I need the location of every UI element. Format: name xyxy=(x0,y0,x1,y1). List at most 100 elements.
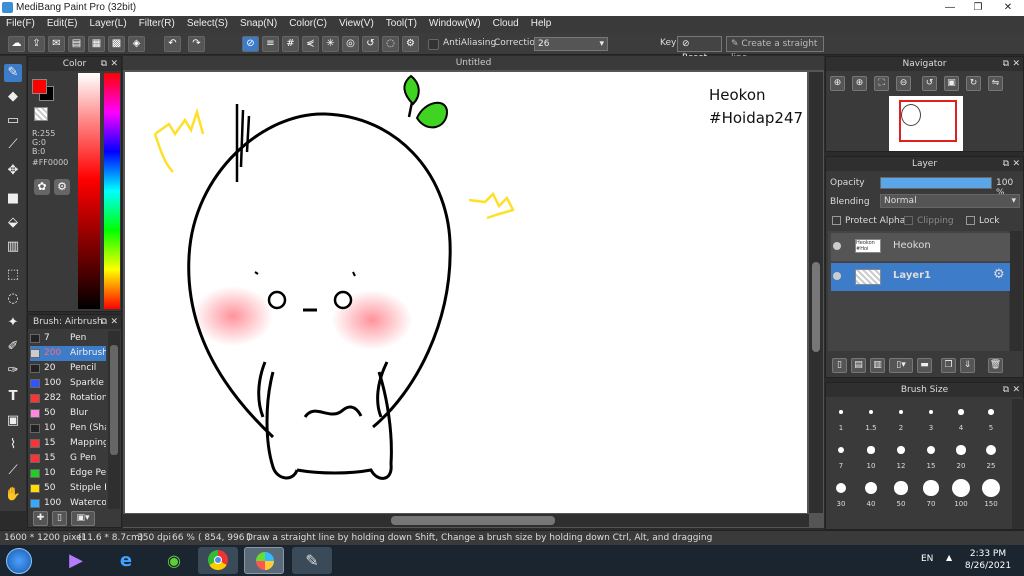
shapes-icon[interactable]: ◈ xyxy=(128,36,145,52)
saturation-strip[interactable] xyxy=(78,73,100,309)
move-tool-icon[interactable]: ✥ xyxy=(4,162,22,180)
scrollbar-thumb[interactable] xyxy=(110,345,118,455)
scrollbar-thumb[interactable] xyxy=(812,262,820,352)
close-button[interactable]: ✕ xyxy=(994,0,1022,16)
brush-list-scrollbar[interactable] xyxy=(108,331,120,509)
hue-strip[interactable] xyxy=(104,73,120,309)
blending-select[interactable]: Normal ▾ xyxy=(880,194,1020,208)
brush-item[interactable]: 50 Blur xyxy=(30,406,106,421)
snap-off-icon[interactable]: ⊘ xyxy=(242,36,259,52)
new-halftone-layer-icon[interactable]: ▤ xyxy=(851,358,866,373)
page-icon[interactable]: ▤ xyxy=(68,36,85,52)
circle-snap-icon[interactable]: ◎ xyxy=(342,36,359,52)
close-icon[interactable]: ✕ xyxy=(110,57,118,71)
parallel-snap-icon[interactable]: ≡ xyxy=(262,36,279,52)
material-icon[interactable]: ▦ xyxy=(88,36,105,52)
fill-rect-tool-icon[interactable]: ■ xyxy=(4,190,22,208)
redo-icon[interactable]: ↷ xyxy=(188,36,205,52)
brush-size-scrollbar[interactable] xyxy=(1012,399,1024,529)
rotate-reset-icon[interactable]: ▣ xyxy=(944,76,959,91)
menu-tool[interactable]: Tool(T) xyxy=(380,16,423,29)
layer-list-scrollbar[interactable] xyxy=(1010,231,1022,351)
new-brush-icon[interactable]: ▯ xyxy=(52,511,67,526)
gear-icon[interactable]: ⚙ xyxy=(993,267,1005,282)
popout-icon[interactable]: ⧉ xyxy=(1003,57,1009,71)
vanishing-point-icon[interactable]: ⋞ xyxy=(302,36,319,52)
brush-item[interactable]: 282 Rotation xyxy=(30,391,106,406)
brush-size-option[interactable]: 15 xyxy=(916,437,946,475)
eyedropper-tool-icon[interactable]: ⌇ xyxy=(4,436,22,454)
brush-item[interactable]: 15 G Pen xyxy=(30,451,106,466)
zoom-in-icon[interactable]: ⊕ xyxy=(830,76,845,91)
minimize-button[interactable]: — xyxy=(936,0,964,16)
lock-checkbox[interactable] xyxy=(966,216,975,225)
start-button[interactable] xyxy=(6,548,32,574)
comment-icon[interactable]: ✉ xyxy=(48,36,65,52)
menu-file[interactable]: File(F) xyxy=(0,16,41,29)
popout-icon[interactable]: ⧉ xyxy=(101,57,107,71)
menu-filter[interactable]: Filter(R) xyxy=(133,16,181,29)
text-tool-icon[interactable]: T xyxy=(4,388,22,406)
menu-help[interactable]: Help xyxy=(525,16,558,29)
brush-size-option[interactable]: 20 xyxy=(946,437,976,475)
menu-select[interactable]: Select(S) xyxy=(181,16,234,29)
select-pen-tool-icon[interactable]: ✐ xyxy=(4,338,22,356)
coccoc-icon[interactable]: ◉ xyxy=(154,547,194,574)
brush-item[interactable]: 200 Airbrush xyxy=(30,346,106,361)
language-indicator[interactable]: EN xyxy=(921,554,933,564)
layer-row[interactable]: Heokon #Hoi Heokon xyxy=(831,233,1010,261)
paint-icon[interactable]: ✎ xyxy=(292,547,332,574)
grid-icon[interactable]: ▩ xyxy=(108,36,125,52)
tray-icon[interactable]: ▲ xyxy=(946,553,952,562)
brush-size-option[interactable]: 150 xyxy=(976,475,1006,513)
visual-studio-icon[interactable]: ▶ xyxy=(56,547,96,574)
clock[interactable]: 2:33 PM 8/26/2021 xyxy=(960,548,1016,572)
select-eraser-tool-icon[interactable]: ✑ xyxy=(4,362,22,380)
brush-size-option[interactable]: 2 xyxy=(886,399,916,437)
brush-size-option[interactable]: 25 xyxy=(976,437,1006,475)
brush-item[interactable]: 10 Pen (Sha xyxy=(30,421,106,436)
antialiasing-checkbox[interactable] xyxy=(428,39,439,50)
brush-size-option[interactable]: 40 xyxy=(856,475,886,513)
eye-icon[interactable] xyxy=(833,242,841,250)
clipping-checkbox[interactable] xyxy=(904,216,913,225)
zoom-out-icon[interactable]: ⊖ xyxy=(896,76,911,91)
rotate-left-icon[interactable]: ↺ xyxy=(922,76,937,91)
protect-alpha-checkbox[interactable] xyxy=(832,216,841,225)
brush-size-option[interactable]: 3 xyxy=(916,399,946,437)
document-tab[interactable]: Untitled xyxy=(123,56,824,70)
pen-tool-icon[interactable]: ⟋ xyxy=(4,136,22,154)
popout-icon[interactable]: ⧉ xyxy=(1003,383,1009,397)
rotate-right-icon[interactable]: ↻ xyxy=(966,76,981,91)
rectangle-tool-icon[interactable]: ▭ xyxy=(4,112,22,130)
menu-cloud[interactable]: Cloud xyxy=(487,16,525,29)
close-icon[interactable]: ✕ xyxy=(1012,157,1020,171)
curve-snap-icon[interactable]: ↺ xyxy=(362,36,379,52)
duplicate-layer-icon[interactable]: ❐ xyxy=(941,358,956,373)
brush-size-option[interactable]: 30 xyxy=(826,475,856,513)
correction-select[interactable]: 26 ▾ xyxy=(534,37,608,51)
palette-icon[interactable]: ✿ xyxy=(34,179,50,195)
scrollbar-thumb[interactable] xyxy=(391,516,555,525)
zoom-fit-in-icon[interactable]: ⊕ xyxy=(852,76,867,91)
brush-size-option[interactable]: 50 xyxy=(886,475,916,513)
brush-size-option[interactable]: 10 xyxy=(856,437,886,475)
snap-settings-icon[interactable]: ⚙ xyxy=(402,36,419,52)
medibang-taskbar-icon[interactable] xyxy=(244,547,284,574)
menu-snap[interactable]: Snap(N) xyxy=(234,16,283,29)
crisscross-snap-icon[interactable]: # xyxy=(282,36,299,52)
canvas-vertical-scrollbar[interactable] xyxy=(809,72,823,513)
brush-size-option[interactable]: 7 xyxy=(826,437,856,475)
brush-tool-icon[interactable]: ✎ xyxy=(4,64,22,82)
ellipse-snap-icon[interactable]: ◌ xyxy=(382,36,399,52)
popout-icon[interactable]: ⧉ xyxy=(101,315,107,329)
close-icon[interactable]: ✕ xyxy=(1012,383,1020,397)
reset-button[interactable]: ⊘ Reset xyxy=(677,36,722,63)
color-settings-icon[interactable]: ⚙ xyxy=(54,179,70,195)
brush-size-option[interactable]: 1.5 xyxy=(856,399,886,437)
brush-item[interactable]: 100 Waterco xyxy=(30,496,106,511)
trash-icon[interactable]: 🗑 xyxy=(988,358,1003,373)
menu-window[interactable]: Window(W) xyxy=(423,16,487,29)
navigator-preview[interactable] xyxy=(889,96,963,151)
operation-tool-icon[interactable]: ▣ xyxy=(4,412,22,430)
